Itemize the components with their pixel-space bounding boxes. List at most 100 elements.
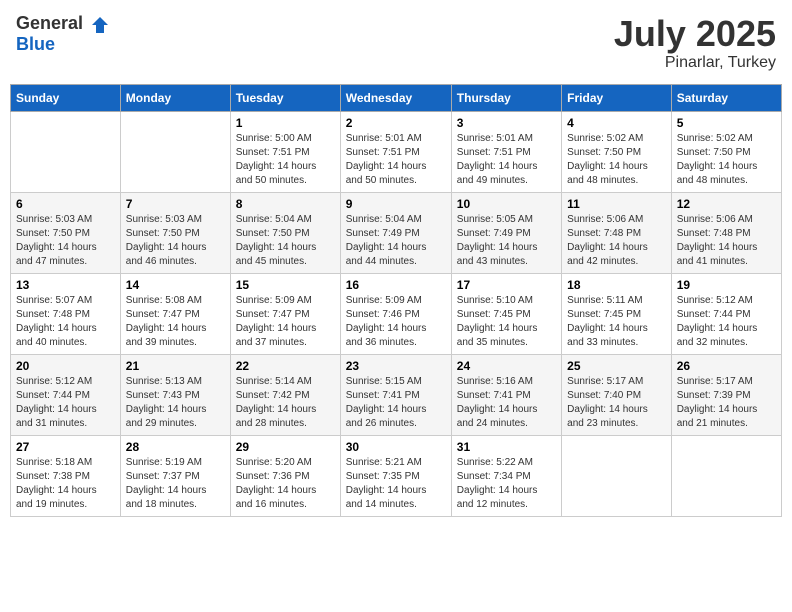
calendar-cell: 22 Sunrise: 5:14 AM Sunset: 7:42 PM Dayli… xyxy=(230,354,340,435)
month-title: July 2025 xyxy=(614,14,776,54)
calendar-week-5: 27 Sunrise: 5:18 AM Sunset: 7:38 PM Dayli… xyxy=(11,435,782,516)
col-header-sunday: Sunday xyxy=(11,84,121,111)
calendar-cell: 11 Sunrise: 5:06 AM Sunset: 7:48 PM Dayli… xyxy=(562,192,672,273)
day-info: Sunrise: 5:08 AM Sunset: 7:47 PM Dayligh… xyxy=(126,294,225,350)
logo-blue: Blue xyxy=(16,34,55,54)
calendar-week-4: 20Sunrise: 5:12 AM Sunset: 7:44 PM Dayli… xyxy=(11,354,782,435)
day-number: 24 xyxy=(457,359,556,373)
day-number: 22 xyxy=(236,359,335,373)
calendar-cell: 26 Sunrise: 5:17 AM Sunset: 7:39 PM Dayli… xyxy=(671,354,781,435)
day-info: Sunrise: 5:19 AM Sunset: 7:37 PM Dayligh… xyxy=(126,456,225,512)
day-info: Sunrise: 5:04 AM Sunset: 7:50 PM Dayligh… xyxy=(236,213,335,269)
day-number: 15 xyxy=(236,278,335,292)
day-number: 8 xyxy=(236,197,335,211)
calendar-cell: 21 Sunrise: 5:13 AM Sunset: 7:43 PM Dayli… xyxy=(120,354,230,435)
day-info: Sunrise: 5:04 AM Sunset: 7:49 PM Dayligh… xyxy=(346,213,446,269)
day-info: Sunrise: 5:11 AM Sunset: 7:45 PM Dayligh… xyxy=(567,294,666,350)
calendar-cell: 29Sunrise: 5:20 AM Sunset: 7:36 PM Dayli… xyxy=(230,435,340,516)
calendar-cell: 27 Sunrise: 5:18 AM Sunset: 7:38 PM Dayli… xyxy=(11,435,121,516)
col-header-monday: Monday xyxy=(120,84,230,111)
calendar-cell: 4Sunrise: 5:02 AM Sunset: 7:50 PM Daylig… xyxy=(562,111,672,192)
logo-general: General xyxy=(16,13,83,33)
day-number: 1 xyxy=(236,116,335,130)
day-number: 21 xyxy=(126,359,225,373)
calendar-cell: 7 Sunrise: 5:03 AM Sunset: 7:50 PM Daylig… xyxy=(120,192,230,273)
day-info: Sunrise: 5:13 AM Sunset: 7:43 PM Dayligh… xyxy=(126,375,225,431)
day-number: 30 xyxy=(346,440,446,454)
day-number: 11 xyxy=(567,197,666,211)
day-number: 13 xyxy=(16,278,115,292)
calendar-header-row: SundayMondayTuesdayWednesdayThursdayFrid… xyxy=(11,84,782,111)
day-number: 9 xyxy=(346,197,446,211)
calendar-cell: 17 Sunrise: 5:10 AM Sunset: 7:45 PM Dayli… xyxy=(451,273,561,354)
day-info: Sunrise: 5:03 AM Sunset: 7:50 PM Dayligh… xyxy=(126,213,225,269)
calendar-cell: 15 Sunrise: 5:09 AM Sunset: 7:47 PM Dayli… xyxy=(230,273,340,354)
day-info: Sunrise: 5:20 AM Sunset: 7:36 PM Dayligh… xyxy=(236,456,335,512)
calendar-cell: 8 Sunrise: 5:04 AM Sunset: 7:50 PM Daylig… xyxy=(230,192,340,273)
day-number: 28 xyxy=(126,440,225,454)
day-info: Sunrise: 5:16 AM Sunset: 7:41 PM Dayligh… xyxy=(457,375,556,431)
day-number: 14 xyxy=(126,278,225,292)
day-number: 7 xyxy=(126,197,225,211)
col-header-saturday: Saturday xyxy=(671,84,781,111)
page-header: General Blue July 2025 Pinarlar, Turkey xyxy=(10,10,782,76)
day-info: Sunrise: 5:01 AM Sunset: 7:51 PM Dayligh… xyxy=(457,132,556,188)
calendar-cell: 18 Sunrise: 5:11 AM Sunset: 7:45 PM Dayli… xyxy=(562,273,672,354)
calendar-cell xyxy=(671,435,781,516)
calendar-cell: 30 Sunrise: 5:21 AM Sunset: 7:35 PM Dayli… xyxy=(340,435,451,516)
day-info: Sunrise: 5:18 AM Sunset: 7:38 PM Dayligh… xyxy=(16,456,115,512)
day-info: Sunrise: 5:10 AM Sunset: 7:45 PM Dayligh… xyxy=(457,294,556,350)
location-title: Pinarlar, Turkey xyxy=(614,54,776,72)
day-info: Sunrise: 5:01 AM Sunset: 7:51 PM Dayligh… xyxy=(346,132,446,188)
calendar-cell: 28 Sunrise: 5:19 AM Sunset: 7:37 PM Dayli… xyxy=(120,435,230,516)
day-number: 23 xyxy=(346,359,446,373)
calendar-cell: 1 Sunrise: 5:00 AM Sunset: 7:51 PM Daylig… xyxy=(230,111,340,192)
calendar-cell: 2Sunrise: 5:01 AM Sunset: 7:51 PM Daylig… xyxy=(340,111,451,192)
day-info: Sunrise: 5:09 AM Sunset: 7:47 PM Dayligh… xyxy=(236,294,335,350)
day-info: Sunrise: 5:15 AM Sunset: 7:41 PM Dayligh… xyxy=(346,375,446,431)
col-header-wednesday: Wednesday xyxy=(340,84,451,111)
day-number: 20 xyxy=(16,359,115,373)
calendar-cell: 25Sunrise: 5:17 AM Sunset: 7:40 PM Dayli… xyxy=(562,354,672,435)
day-info: Sunrise: 5:22 AM Sunset: 7:34 PM Dayligh… xyxy=(457,456,556,512)
day-info: Sunrise: 5:07 AM Sunset: 7:48 PM Dayligh… xyxy=(16,294,115,350)
calendar-cell: 16Sunrise: 5:09 AM Sunset: 7:46 PM Dayli… xyxy=(340,273,451,354)
day-number: 26 xyxy=(677,359,776,373)
day-info: Sunrise: 5:12 AM Sunset: 7:44 PM Dayligh… xyxy=(677,294,776,350)
day-info: Sunrise: 5:14 AM Sunset: 7:42 PM Dayligh… xyxy=(236,375,335,431)
calendar-cell: 13 Sunrise: 5:07 AM Sunset: 7:48 PM Dayli… xyxy=(11,273,121,354)
title-block: July 2025 Pinarlar, Turkey xyxy=(614,14,776,72)
day-info: Sunrise: 5:02 AM Sunset: 7:50 PM Dayligh… xyxy=(677,132,776,188)
calendar-week-2: 6Sunrise: 5:03 AM Sunset: 7:50 PM Daylig… xyxy=(11,192,782,273)
day-number: 10 xyxy=(457,197,556,211)
day-number: 27 xyxy=(16,440,115,454)
day-info: Sunrise: 5:09 AM Sunset: 7:46 PM Dayligh… xyxy=(346,294,446,350)
day-info: Sunrise: 5:17 AM Sunset: 7:39 PM Dayligh… xyxy=(677,375,776,431)
calendar-cell: 20Sunrise: 5:12 AM Sunset: 7:44 PM Dayli… xyxy=(11,354,121,435)
calendar-cell: 10 Sunrise: 5:05 AM Sunset: 7:49 PM Dayli… xyxy=(451,192,561,273)
day-number: 19 xyxy=(677,278,776,292)
calendar-cell: 14 Sunrise: 5:08 AM Sunset: 7:47 PM Dayli… xyxy=(120,273,230,354)
logo-line1: General xyxy=(16,14,110,35)
day-info: Sunrise: 5:17 AM Sunset: 7:40 PM Dayligh… xyxy=(567,375,666,431)
day-number: 3 xyxy=(457,116,556,130)
day-number: 18 xyxy=(567,278,666,292)
col-header-friday: Friday xyxy=(562,84,672,111)
logo: General Blue xyxy=(16,14,110,55)
day-info: Sunrise: 5:02 AM Sunset: 7:50 PM Dayligh… xyxy=(567,132,666,188)
day-number: 17 xyxy=(457,278,556,292)
logo-icon xyxy=(90,15,110,35)
day-info: Sunrise: 5:21 AM Sunset: 7:35 PM Dayligh… xyxy=(346,456,446,512)
calendar-cell: 24 Sunrise: 5:16 AM Sunset: 7:41 PM Dayli… xyxy=(451,354,561,435)
day-number: 31 xyxy=(457,440,556,454)
day-info: Sunrise: 5:03 AM Sunset: 7:50 PM Dayligh… xyxy=(16,213,115,269)
day-info: Sunrise: 5:05 AM Sunset: 7:49 PM Dayligh… xyxy=(457,213,556,269)
calendar-table: SundayMondayTuesdayWednesdayThursdayFrid… xyxy=(10,84,782,517)
day-info: Sunrise: 5:00 AM Sunset: 7:51 PM Dayligh… xyxy=(236,132,335,188)
day-number: 5 xyxy=(677,116,776,130)
calendar-cell: 12Sunrise: 5:06 AM Sunset: 7:48 PM Dayli… xyxy=(671,192,781,273)
calendar-cell xyxy=(562,435,672,516)
calendar-cell: 23 Sunrise: 5:15 AM Sunset: 7:41 PM Dayli… xyxy=(340,354,451,435)
day-info: Sunrise: 5:06 AM Sunset: 7:48 PM Dayligh… xyxy=(567,213,666,269)
calendar-cell xyxy=(120,111,230,192)
